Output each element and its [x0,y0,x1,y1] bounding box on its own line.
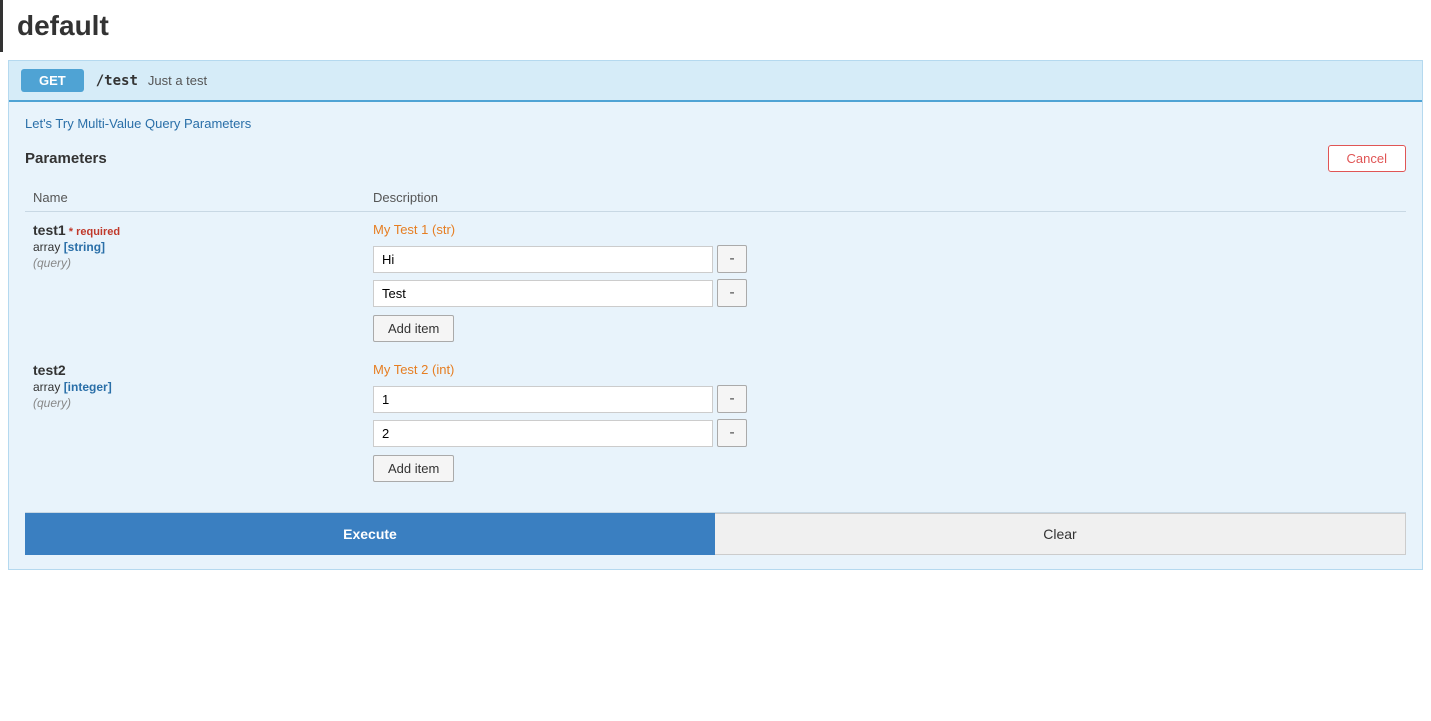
params-header: Parameters Cancel [25,145,1406,172]
params-table: Name Description test1 * required array [… [25,184,1406,492]
param-required-label: * required [66,226,120,238]
method-badge: GET [21,69,84,92]
footer-actions: Execute Clear [25,512,1406,555]
input-row: - [373,245,1398,273]
table-row: test1 * required array [string] (query) My … [25,212,1406,353]
param-name: test1 * required [33,222,357,238]
input-row: - [373,385,1398,413]
param-description-cell: My Test 2 (int) - - Add item [365,352,1406,492]
input-row: - [373,419,1398,447]
param-desc-title: My Test 1 (str) [373,222,1398,237]
clear-button[interactable]: Clear [715,513,1406,555]
api-header: GET /test Just a test [9,61,1422,102]
name-col-header: Name [25,184,365,212]
param-input[interactable] [373,246,713,273]
param-type: array [string] [33,240,357,254]
description-col-header: Description [365,184,1406,212]
params-title: Parameters [25,150,107,167]
param-name-cell: test2 array [integer] (query) [25,352,365,492]
api-description: Just a test [148,73,207,88]
api-path: /test [96,73,138,89]
param-name-cell: test1 * required array [string] (query) [25,212,365,353]
input-row: - [373,279,1398,307]
cancel-button[interactable]: Cancel [1328,145,1406,172]
add-item-button[interactable]: Add item [373,455,454,482]
param-input[interactable] [373,280,713,307]
param-input[interactable] [373,386,713,413]
api-panel: GET /test Just a test Let's Try Multi-Va… [8,60,1423,570]
param-type: array [integer] [33,380,357,394]
api-body: Let's Try Multi-Value Query Parameters P… [9,102,1422,569]
remove-item-button[interactable]: - [717,245,747,273]
remove-item-button[interactable]: - [717,419,747,447]
param-location: (query) [33,256,357,270]
remove-item-button[interactable]: - [717,385,747,413]
add-item-button[interactable]: Add item [373,315,454,342]
page-title: default [0,0,1431,52]
remove-item-button[interactable]: - [717,279,747,307]
param-location: (query) [33,396,357,410]
param-description-cell: My Test 1 (str) - - Add item [365,212,1406,353]
param-name: test2 [33,362,357,378]
table-row: test2 array [integer] (query) My Test 2 (in… [25,352,1406,492]
try-label: Let's Try Multi-Value Query Parameters [25,116,1406,131]
param-input[interactable] [373,420,713,447]
execute-button[interactable]: Execute [25,513,715,555]
param-desc-title: My Test 2 (int) [373,362,1398,377]
